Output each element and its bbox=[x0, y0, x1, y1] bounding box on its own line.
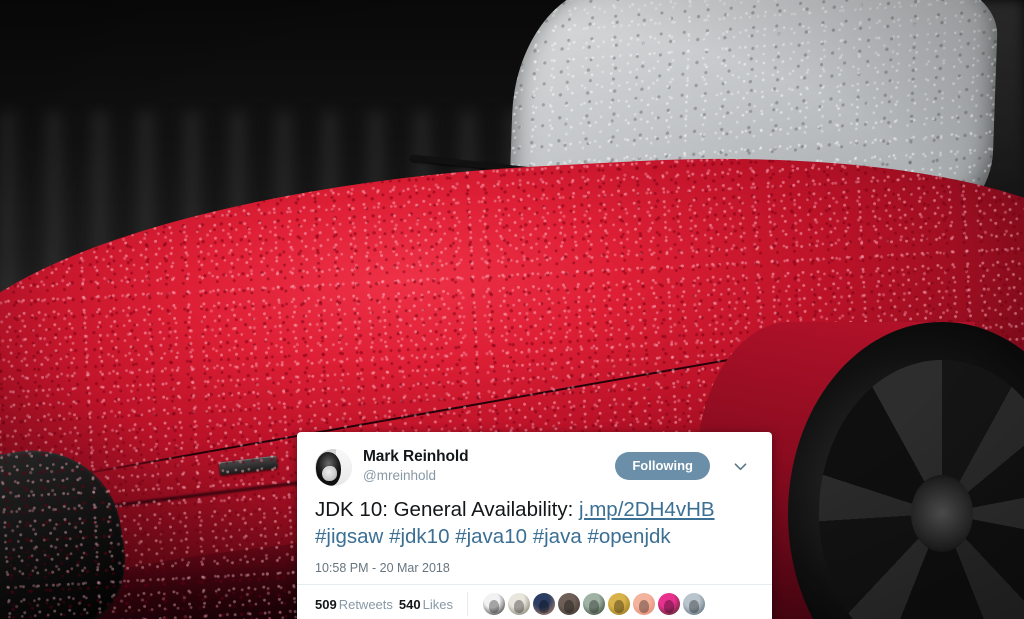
chevron-down-icon bbox=[733, 459, 748, 474]
tweet-stats-row: 509 Retweets 540 Likes bbox=[297, 583, 772, 619]
liker-avatar-1[interactable] bbox=[482, 593, 505, 615]
hashtag-java10[interactable]: #java10 bbox=[455, 525, 527, 548]
avatar-portrait bbox=[316, 451, 341, 486]
car-badge bbox=[218, 455, 278, 476]
author-identity: Mark Reinhold @mreinhold bbox=[363, 448, 469, 484]
screenshot-stage: Mark Reinhold @mreinhold Following JDK 1… bbox=[0, 0, 1024, 619]
author-handle[interactable]: @mreinhold bbox=[363, 468, 469, 484]
tweet-facepile bbox=[466, 592, 705, 616]
liker-avatar-8[interactable] bbox=[657, 593, 680, 615]
tweet-timestamp[interactable]: 10:58 PM - 20 Mar 2018 bbox=[315, 561, 450, 575]
liker-avatar-7[interactable] bbox=[632, 593, 655, 615]
likes-label[interactable]: Likes bbox=[423, 597, 453, 612]
liker-avatar-6[interactable] bbox=[607, 593, 630, 615]
tweet-text-plain: JDK 10: General Availability: bbox=[315, 498, 579, 521]
hashtag-java[interactable]: #java bbox=[533, 525, 582, 548]
retweets-label[interactable]: Retweets bbox=[339, 597, 393, 612]
likes-count[interactable]: 540 bbox=[399, 597, 421, 612]
liker-avatar-4[interactable] bbox=[557, 593, 580, 615]
liker-avatar-3[interactable] bbox=[532, 593, 555, 615]
tweet-header: Mark Reinhold @mreinhold Following bbox=[315, 448, 754, 494]
author-avatar[interactable] bbox=[315, 449, 352, 486]
tweet-body-text: JDK 10: General Availability: j.mp/2DH4v… bbox=[315, 496, 754, 551]
car-air-intake bbox=[0, 437, 135, 619]
liker-avatar-9[interactable] bbox=[682, 593, 705, 615]
retweets-count[interactable]: 509 bbox=[315, 597, 337, 612]
hashtag-openjdk[interactable]: #openjdk bbox=[587, 525, 670, 548]
hashtag-jdk10[interactable]: #jdk10 bbox=[389, 525, 449, 548]
embedded-tweet-card[interactable]: Mark Reinhold @mreinhold Following JDK 1… bbox=[297, 432, 772, 619]
liker-avatar-5[interactable] bbox=[582, 593, 605, 615]
tweet-link-url[interactable]: j.mp/2DH4vHB bbox=[579, 498, 715, 521]
author-display-name[interactable]: Mark Reinhold bbox=[363, 448, 469, 466]
liker-avatar-2[interactable] bbox=[507, 593, 530, 615]
following-button[interactable]: Following bbox=[615, 452, 710, 480]
hashtag-jigsaw[interactable]: #jigsaw bbox=[315, 525, 383, 548]
tweet-menu-button[interactable] bbox=[728, 454, 752, 478]
tweet-stats-counts: 509 Retweets 540 Likes bbox=[315, 597, 467, 612]
